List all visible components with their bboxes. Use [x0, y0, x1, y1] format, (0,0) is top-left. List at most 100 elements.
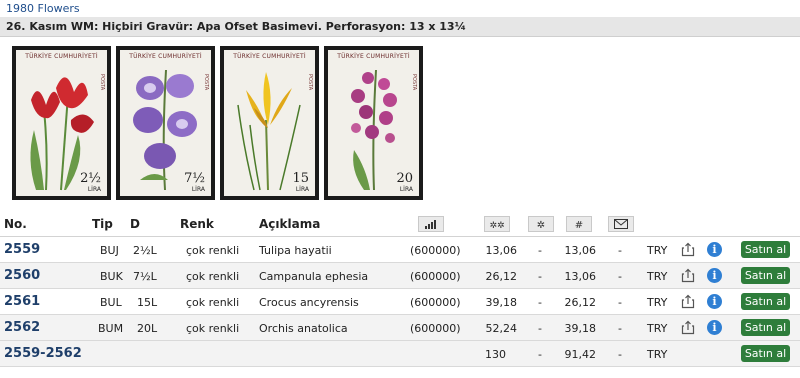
stamp-type: BUK — [100, 270, 123, 283]
stamp-currency: LİRA — [191, 186, 205, 193]
bar-chart-icon[interactable] — [418, 216, 444, 232]
cover-envelope-icon[interactable] — [608, 216, 634, 232]
hinged-star-icon[interactable]: ✲ — [528, 216, 554, 232]
price-mint: 52,24 — [485, 322, 518, 335]
used-mark-icon[interactable]: # — [566, 216, 592, 232]
stamp-color: çok renkli — [186, 296, 240, 309]
stamp-side-text: POSTA — [307, 74, 313, 91]
stamp-description: Crocus ancyrensis — [259, 296, 359, 309]
col-tip: Tip — [92, 217, 113, 231]
stamp-color: çok renkli — [186, 270, 240, 283]
stamp-type: BUJ — [100, 244, 119, 257]
stamp-country: TÜRKİYE CUMHURİYETİ — [129, 53, 202, 60]
table-row: 2562 BUM 20L çok renkli Orchis anatolica… — [0, 315, 800, 341]
stamp-denomination: 15L — [137, 296, 158, 309]
share-icon[interactable] — [681, 294, 695, 309]
stamp-number-link[interactable]: 2560 — [4, 268, 40, 283]
price-cover: - — [618, 244, 622, 257]
info-icon[interactable]: i — [707, 320, 722, 335]
set-total-row: 2559-2562 130 - 91,42 - TRY Satın al — [0, 341, 800, 367]
info-icon[interactable]: i — [707, 268, 722, 283]
price-hinged: - — [538, 322, 542, 335]
stamp-value: 15 — [292, 171, 309, 186]
stamp-color: çok renkli — [186, 244, 240, 257]
stamp-side-text: POSTA — [411, 74, 417, 91]
stamp-number-link[interactable]: 2562 — [4, 320, 40, 335]
stamp-description: Tulipa hayatii — [259, 244, 332, 257]
share-icon[interactable] — [681, 268, 695, 283]
stamp-currency: LİRA — [399, 186, 413, 193]
stamp-quantity: (600000) — [410, 322, 461, 335]
stamp-country: TÜRKİYE CUMHURİYETİ — [233, 53, 306, 60]
price-mint: 39,18 — [485, 296, 518, 309]
total-price-used: 91,42 — [564, 348, 597, 361]
stamp-number-link[interactable]: 2559 — [4, 242, 40, 257]
stamp-side-text: POSTA — [99, 74, 105, 91]
price-hinged: - — [538, 270, 542, 283]
info-icon[interactable]: i — [707, 242, 722, 257]
stamp-image-3[interactable]: TÜRKİYE CUMHURİYETİ POSTA 15 LİRA — [220, 46, 319, 200]
stamp-number-link[interactable]: 2561 — [4, 294, 40, 309]
price-mint: 26,12 — [485, 270, 518, 283]
stamp-image-1[interactable]: TÜRKİYE CUMHURİYETİ POSTA 2½ LİRA — [12, 46, 111, 200]
price-hinged: - — [538, 244, 542, 257]
set-range-link[interactable]: 2559-2562 — [4, 346, 82, 361]
buy-set-button[interactable]: Satın al — [741, 345, 790, 362]
stamp-type: BUL — [100, 296, 122, 309]
stamp-image-4[interactable]: TÜRKİYE CUMHURİYETİ POSTA 20 LİRA — [324, 46, 423, 200]
currency: TRY — [647, 270, 668, 283]
header-bar: 26. Kasım WM: Hiçbiri Gravür: Apa Ofset … — [0, 17, 800, 37]
stamp-currency: LİRA — [87, 186, 101, 193]
price-used: 39,18 — [564, 322, 597, 335]
stamp-denomination: 7½L — [133, 270, 157, 283]
stamp-quantity: (600000) — [410, 270, 461, 283]
currency: TRY — [647, 244, 668, 257]
stamp-quantity: (600000) — [410, 244, 461, 257]
table-row: 2561 BUL 15L çok renkli Crocus ancyrensi… — [0, 289, 800, 315]
table-row: 2560 BUK 7½L çok renkli Campanula ephesi… — [0, 263, 800, 289]
stamp-denomination: 20L — [137, 322, 158, 335]
total-price-mint: 130 — [485, 348, 506, 361]
table-header: No. Tip D Renk Açıklama ✲✲ ✲ # — [0, 212, 800, 237]
stamp-value: 2½ — [80, 171, 101, 186]
stamp-quantity: (600000) — [410, 296, 461, 309]
price-cover: - — [618, 322, 622, 335]
currency: TRY — [647, 348, 668, 361]
price-used: 26,12 — [564, 296, 597, 309]
price-cover: - — [618, 270, 622, 283]
col-renk: Renk — [180, 217, 214, 231]
stamp-description: Campanula ephesia — [259, 270, 369, 283]
table-row: 2559 BUJ 2½L çok renkli Tulipa hayatii (… — [0, 237, 800, 263]
svg-text:✲✲: ✲✲ — [489, 221, 504, 230]
stamp-color: çok renkli — [186, 322, 240, 335]
stamp-description: Orchis anatolica — [259, 322, 348, 335]
currency: TRY — [647, 296, 668, 309]
stamp-table: No. Tip D Renk Açıklama ✲✲ ✲ # 2559 BUJ … — [0, 212, 800, 367]
stamp-country: TÜRKİYE CUMHURİYETİ — [25, 53, 98, 60]
stamp-side-text: POSTA — [203, 74, 209, 91]
stamp-denomination: 2½L — [133, 244, 157, 257]
info-icon[interactable]: i — [707, 294, 722, 309]
stamp-currency: LİRA — [295, 186, 309, 193]
buy-button[interactable]: Satın al — [741, 267, 790, 284]
price-used: 13,06 — [564, 244, 597, 257]
col-aciklama: Açıklama — [259, 217, 321, 231]
mint-stars-icon[interactable]: ✲✲ — [484, 216, 510, 232]
col-no: No. — [4, 217, 27, 231]
price-mint: 13,06 — [485, 244, 518, 257]
currency: TRY — [647, 322, 668, 335]
share-icon[interactable] — [681, 242, 695, 257]
buy-button[interactable]: Satın al — [741, 293, 790, 310]
buy-button[interactable]: Satın al — [741, 319, 790, 336]
breadcrumb[interactable]: 1980 Flowers — [6, 2, 80, 15]
page-title: 26. Kasım WM: Hiçbiri Gravür: Apa Ofset … — [6, 20, 466, 33]
col-d: D — [130, 217, 140, 231]
buy-button[interactable]: Satın al — [741, 241, 790, 258]
stamp-type: BUM — [98, 322, 124, 335]
price-cover: - — [618, 296, 622, 309]
share-icon[interactable] — [681, 320, 695, 335]
total-price-cover: - — [618, 348, 622, 361]
svg-text:#: # — [575, 220, 583, 230]
stamp-image-2[interactable]: TÜRKİYE CUMHURİYETİ POSTA 7½ LİRA — [116, 46, 215, 200]
svg-text:✲: ✲ — [537, 220, 545, 230]
